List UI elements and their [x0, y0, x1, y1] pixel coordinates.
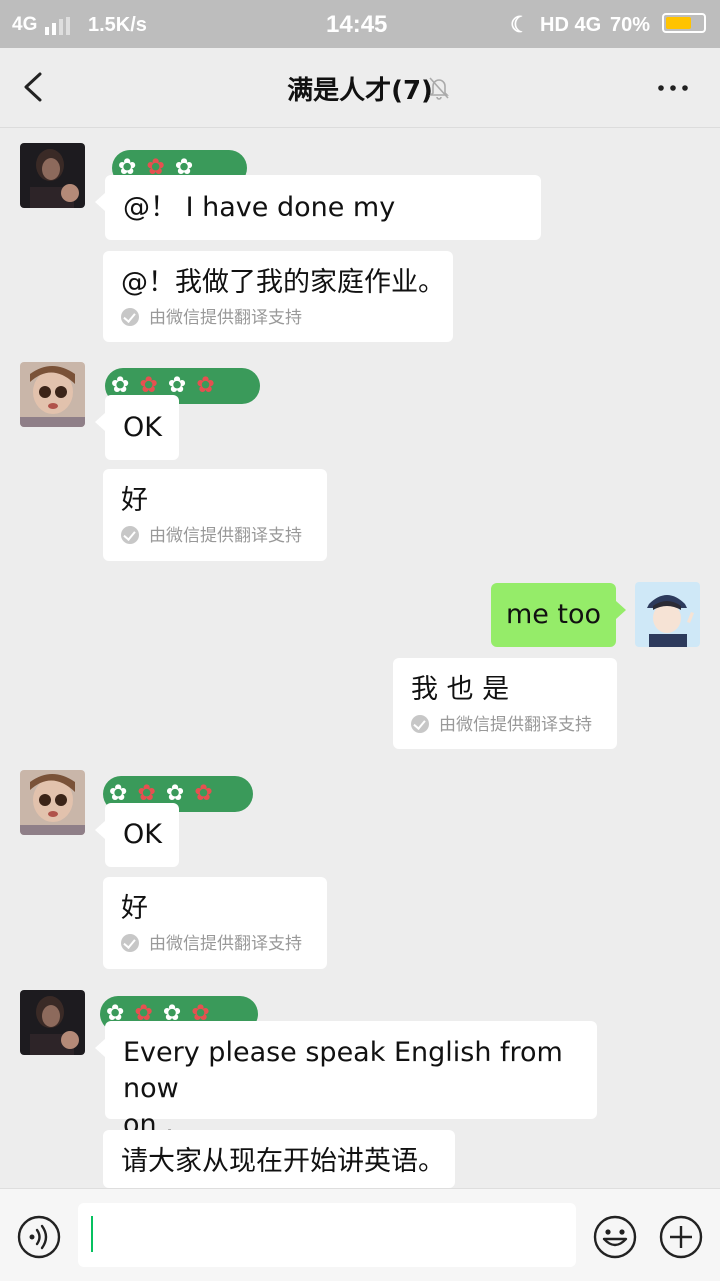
avatar[interactable]	[20, 143, 85, 208]
bell-off-icon	[429, 77, 449, 100]
signal-icon	[45, 17, 71, 35]
hd-indicator: HD 4G	[540, 14, 602, 36]
network-type-2: 4G	[574, 14, 602, 36]
moon-icon: ☾	[510, 12, 530, 37]
check-circle-icon	[121, 934, 139, 952]
translation-card: @！我做了我的家庭作业。 由微信提供翻译支持	[103, 251, 453, 342]
translation-card: 好 由微信提供翻译支持	[103, 877, 327, 969]
translation-text: 请大家从现在开始讲英语。	[121, 1146, 445, 1177]
message-bubble[interactable]: Every please speak English from now on .	[95, 1021, 597, 1140]
status-bar: 4G 1.5K/s 14:45 ☾ HD 4G 70%	[0, 0, 720, 48]
translation-card: 好 由微信提供翻译支持	[103, 469, 327, 561]
translation-source: 由微信提供翻译支持	[411, 712, 601, 738]
chat-title: 满是人才(7)	[287, 76, 433, 106]
check-circle-icon	[411, 715, 429, 733]
avatar[interactable]	[20, 770, 85, 835]
avatar[interactable]	[20, 990, 85, 1055]
translation-card: 我 也 是 由微信提供翻译支持	[393, 658, 617, 749]
avatar[interactable]	[20, 362, 85, 427]
check-circle-icon	[121, 526, 139, 544]
voice-icon[interactable]	[17, 1215, 61, 1259]
plus-icon[interactable]	[659, 1215, 703, 1259]
network-type: 4G	[12, 14, 38, 35]
network-speed: 1.5K/s	[88, 14, 147, 36]
my-message-bubble[interactable]: me too	[491, 583, 626, 647]
translation-text: @！我做了我的家庭作业。	[121, 267, 445, 298]
battery-percent: 70%	[610, 14, 651, 36]
more-dots-icon[interactable]	[656, 76, 690, 100]
translation-source: 由微信提供翻译支持	[121, 305, 437, 331]
translation-card: 请大家从现在开始讲英语。	[103, 1130, 455, 1188]
emoji-icon[interactable]	[593, 1215, 637, 1259]
clock: 14:45	[326, 11, 388, 38]
message-bubble[interactable]: OK	[95, 395, 179, 460]
chat-header: 满是人才(7)	[0, 48, 720, 128]
my-avatar[interactable]	[635, 582, 700, 647]
check-circle-icon	[121, 308, 139, 326]
translation-text: 好	[121, 485, 148, 516]
message-line: Every please speak English from now	[123, 1037, 563, 1104]
translation-source: 由微信提供翻译支持	[121, 931, 311, 957]
message-bubble[interactable]: @！ I have done my homework.	[95, 175, 541, 288]
text-cursor	[91, 1216, 93, 1252]
input-bar	[0, 1188, 720, 1281]
translation-source: 由微信提供翻译支持	[121, 523, 311, 549]
translation-text: 好	[121, 893, 148, 924]
message-input[interactable]	[78, 1203, 576, 1267]
battery-icon	[662, 13, 706, 33]
translation-text: 我 也 是	[411, 674, 510, 705]
message-bubble[interactable]: OK	[95, 803, 179, 867]
